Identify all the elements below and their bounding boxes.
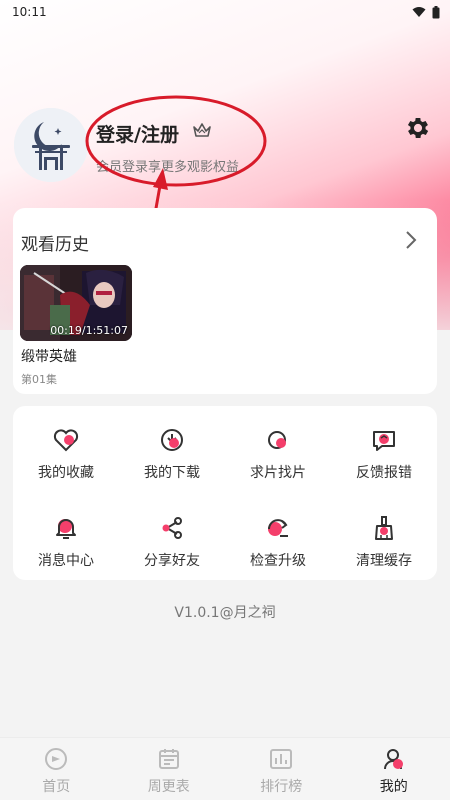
- home-icon: [45, 748, 68, 770]
- tab-mine[interactable]: 我的: [338, 738, 450, 800]
- version-text: V1.0.1@月之祠: [174, 605, 276, 621]
- grid-item-check-update[interactable]: 检查升级: [225, 504, 331, 574]
- chevron-right-icon[interactable]: [405, 230, 417, 250]
- avatar[interactable]: [14, 108, 88, 182]
- calendar-icon: [158, 749, 179, 769]
- tab-label: 周更表: [147, 779, 190, 795]
- grid-item-share[interactable]: 分享好友: [119, 504, 225, 574]
- grid-item-label: 消息中心: [38, 553, 94, 569]
- profile-icon: [383, 749, 403, 770]
- profile-section: 登录/注册 会员登录享更多观影权益: [14, 106, 434, 186]
- bottom-tab-bar: 首页 周更表 排行榜 我的: [0, 737, 450, 800]
- gear-icon[interactable]: [404, 114, 432, 142]
- watch-history-card: 观看历史 00:19/1:51:07 缎带英雄 第01集: [13, 208, 437, 394]
- function-grid: 我的收藏 我的下载 求片找片 反馈报错 消息中心 分享好友 检查升级 清理缓存: [13, 406, 437, 580]
- login-register-link[interactable]: 登录/注册: [96, 120, 179, 147]
- tab-label: 首页: [42, 779, 71, 795]
- wifi-icon: [412, 7, 426, 17]
- crown-icon: [193, 123, 211, 137]
- watch-history-title[interactable]: 观看历史: [21, 230, 89, 255]
- torii-moon-logo: [14, 108, 88, 182]
- share-icon: [162, 517, 182, 539]
- tab-label: 我的: [379, 779, 408, 795]
- history-video-title[interactable]: 缎带英雄: [21, 346, 77, 366]
- login-subtitle: 会员登录享更多观影权益: [96, 160, 240, 175]
- history-video-thumbnail[interactable]: 00:19/1:51:07: [20, 265, 132, 341]
- status-time: 10:11: [12, 5, 47, 19]
- grid-item-feedback[interactable]: 反馈报错: [331, 416, 437, 486]
- tab-rankings[interactable]: 排行榜: [225, 738, 338, 800]
- grid-item-label: 检查升级: [250, 553, 306, 569]
- grid-item-label: 反馈报错: [356, 465, 412, 481]
- grid-item-label: 我的下载: [144, 465, 200, 481]
- video-progress-text: 00:19/1:51:07: [50, 324, 128, 337]
- heart-icon: [53, 429, 79, 452]
- bell-icon: [56, 519, 76, 539]
- search-film-icon: [268, 431, 286, 449]
- chart-icon: [270, 749, 293, 769]
- tab-label: 排行榜: [260, 779, 303, 795]
- download-icon: [161, 429, 183, 451]
- status-bar: 10:11: [0, 0, 450, 24]
- history-video-episode: 第01集: [21, 373, 57, 386]
- grid-item-clear-cache[interactable]: 清理缓存: [331, 504, 437, 574]
- tab-weekly-schedule[interactable]: 周更表: [113, 738, 226, 800]
- broom-icon: [375, 516, 393, 540]
- grid-item-messages[interactable]: 消息中心: [13, 504, 119, 574]
- grid-item-label: 清理缓存: [356, 553, 412, 569]
- grid-item-favorites[interactable]: 我的收藏: [13, 416, 119, 486]
- feedback-icon: [373, 431, 395, 451]
- tab-home[interactable]: 首页: [0, 738, 113, 800]
- grid-item-label: 我的收藏: [38, 465, 94, 481]
- upgrade-icon: [268, 519, 288, 537]
- battery-icon: [432, 5, 440, 18]
- grid-item-request-film[interactable]: 求片找片: [225, 416, 331, 486]
- grid-item-downloads[interactable]: 我的下载: [119, 416, 225, 486]
- grid-item-label: 求片找片: [250, 465, 306, 481]
- grid-item-label: 分享好友: [144, 553, 200, 569]
